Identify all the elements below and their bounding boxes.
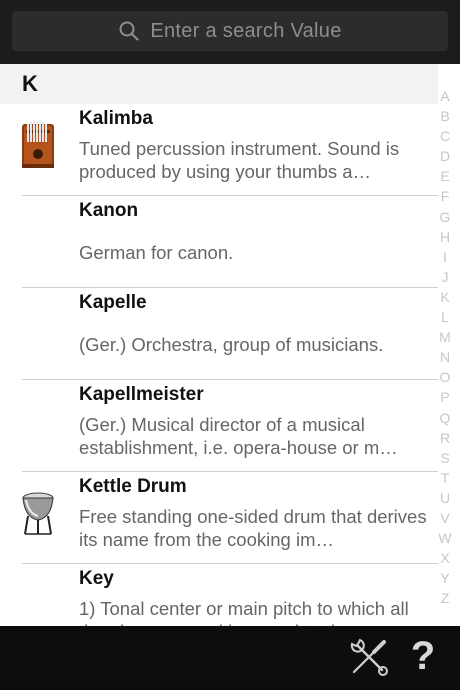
index-letter-m[interactable]: M xyxy=(439,327,451,347)
entry-definition: (Ger.) Orchestra, group of musicians. xyxy=(79,334,384,355)
list-item[interactable]: Kalimba Tuned percussion instrument. Sou… xyxy=(22,104,438,196)
index-letter-x[interactable]: X xyxy=(440,548,449,568)
entry-term: Kapelle xyxy=(79,292,147,313)
entry-definition: Tuned percussion instrument. Sound is pr… xyxy=(79,138,400,182)
search-input[interactable]: Enter a search Value xyxy=(12,11,448,51)
list-item[interactable]: Kanon German for canon. xyxy=(22,196,438,288)
search-placeholder: Enter a search Value xyxy=(150,19,342,42)
entry-term: Kalimba xyxy=(79,108,153,129)
index-letter-b[interactable]: B xyxy=(440,106,449,126)
section-letter: K xyxy=(22,71,38,96)
list-item[interactable]: Kapelle (Ger.) Orchestra, group of music… xyxy=(22,288,438,380)
index-letter-g[interactable]: G xyxy=(440,207,451,227)
index-letter-i[interactable]: I xyxy=(443,247,447,267)
entry-term: Kapellmeister xyxy=(79,384,204,405)
search-icon xyxy=(119,21,139,41)
entry-term: Kettle Drum xyxy=(79,476,187,497)
index-letter-y[interactable]: Y xyxy=(440,568,449,588)
index-letter-j[interactable]: J xyxy=(442,267,449,287)
index-letter-u[interactable]: U xyxy=(440,488,450,508)
list-item[interactable]: Kapellmeister (Ger.) Musical director of… xyxy=(22,380,438,472)
kettle-drum-image xyxy=(22,492,54,535)
section-header: K xyxy=(0,64,438,104)
index-letter-c[interactable]: C xyxy=(440,126,450,146)
index-letter-h[interactable]: H xyxy=(440,227,450,247)
index-letter-t[interactable]: T xyxy=(441,468,450,488)
index-letter-k[interactable]: K xyxy=(440,287,449,307)
index-letter-q[interactable]: Q xyxy=(440,408,451,428)
list-item[interactable]: Key 1) Tonal center or main pitch to whi… xyxy=(22,564,438,626)
bottom-toolbar xyxy=(0,626,460,690)
tools-icon[interactable] xyxy=(348,636,390,678)
alphabet-index[interactable]: A B C D E F G H I J K L M N O P Q R S T … xyxy=(434,86,456,608)
entry-term: Kanon xyxy=(79,200,139,221)
entry-definition: (Ger.) Musical director of a musical est… xyxy=(79,414,398,458)
kalimba-image xyxy=(22,120,54,168)
index-letter-d[interactable]: D xyxy=(440,146,450,166)
entry-term: Key xyxy=(79,568,114,589)
index-letter-v[interactable]: V xyxy=(440,508,449,528)
entry-definition: 1) Tonal center or main pitch to which a… xyxy=(79,598,409,626)
index-letter-e[interactable]: E xyxy=(440,166,449,186)
index-letter-n[interactable]: N xyxy=(440,347,450,367)
entry-definition: Free standing one-sided drum that derive… xyxy=(79,506,427,550)
list-item[interactable]: Kettle Drum Free standing one-sided drum… xyxy=(22,472,438,564)
help-button[interactable]: ? xyxy=(406,632,440,680)
index-letter-p[interactable]: P xyxy=(440,387,449,407)
index-letter-a[interactable]: A xyxy=(440,86,449,106)
index-letter-f[interactable]: F xyxy=(441,186,450,206)
index-letter-l[interactable]: L xyxy=(441,307,449,327)
index-letter-s[interactable]: S xyxy=(440,448,449,468)
index-letter-r[interactable]: R xyxy=(440,428,450,448)
index-letter-w[interactable]: W xyxy=(438,528,451,548)
entry-definition: German for canon. xyxy=(79,242,234,263)
index-letter-z[interactable]: Z xyxy=(441,588,450,608)
top-bar: Enter a search Value xyxy=(0,0,460,64)
index-letter-o[interactable]: O xyxy=(440,367,451,387)
glossary-list: Kalimba Tuned percussion instrument. Sou… xyxy=(0,104,438,626)
